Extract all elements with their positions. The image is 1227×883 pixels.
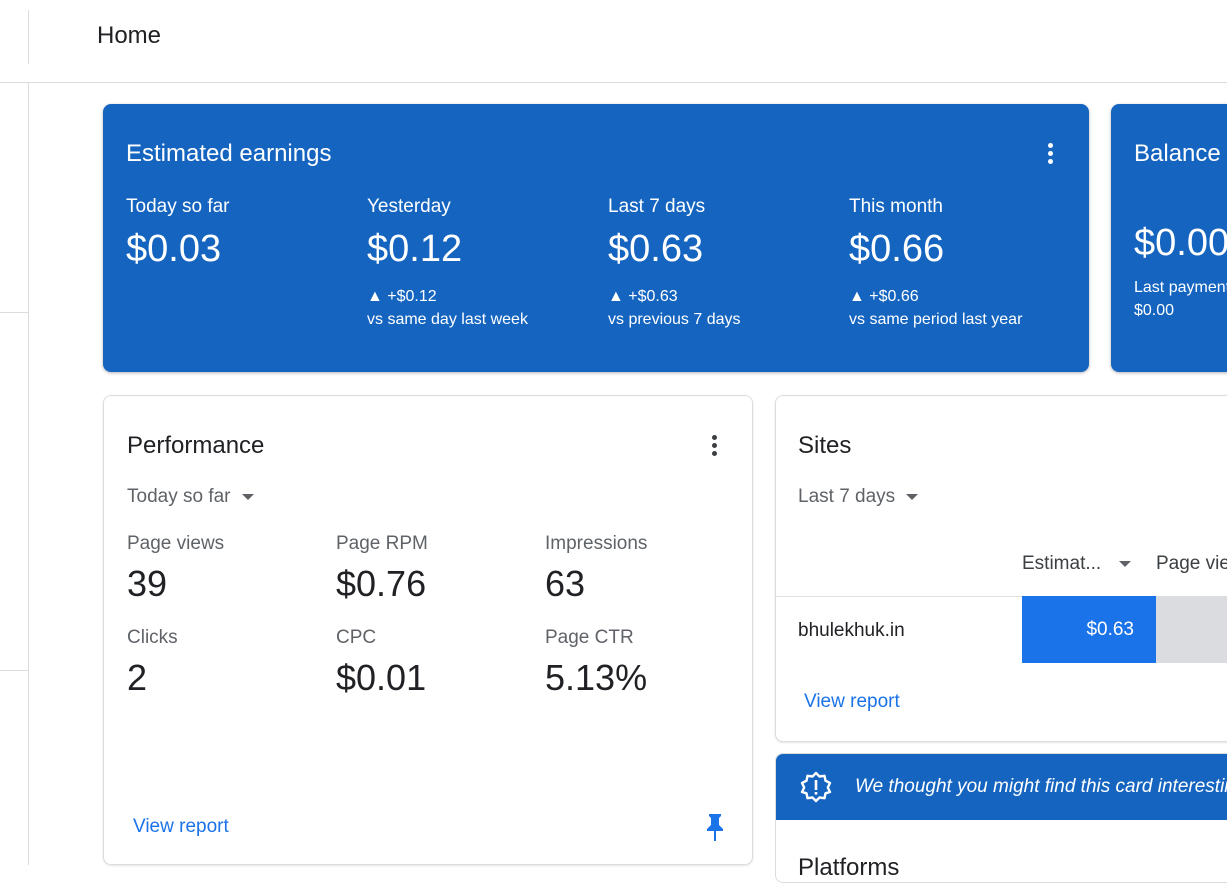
sidebar-divider [0,312,28,313]
stat-label: Impressions [545,533,648,554]
balance-value: $0.00 [1134,222,1227,264]
stat-label: Page RPM [336,533,428,554]
insight-card-title: Platforms [798,854,900,881]
metric-today: Today so far $0.03 [126,196,230,271]
site-earnings-bar: $0.63 [1022,596,1156,663]
stat-impressions: Impressions 63 [545,533,647,605]
alert-badge-icon [800,771,832,808]
site-earnings-value: $0.63 [1086,618,1134,640]
metric-delta: ▲ +$0.66 [849,288,919,305]
chevron-down-icon [241,494,254,500]
metric-value: $0.66 [849,228,945,270]
sites-card: Sites Last 7 days Estimat... Page views … [775,395,1227,742]
top-bar: Home [0,0,1227,83]
stat-value: 39 [127,563,168,604]
performance-view-report-link[interactable]: View report [133,816,229,838]
performance-period-label: Today so far [127,486,231,507]
stat-label: Clicks [127,627,178,648]
metric-label: Last 7 days [608,196,706,217]
chevron-down-icon [906,494,919,500]
stat-label: Page CTR [545,627,634,648]
stat-value: 63 [545,563,586,604]
balance-card-title: Balance [1134,140,1221,167]
last-payment-label: Last payment [1134,279,1227,296]
column-header-label: Page views [1156,553,1227,574]
metric-value: $0.03 [126,228,222,270]
column-header-page-views[interactable]: Page views [1156,553,1227,575]
sites-period-label: Last 7 days [798,486,896,507]
metric-value: $0.12 [367,228,463,270]
earnings-more-menu-icon[interactable] [1038,139,1062,167]
column-header-label: Estimat... [1022,553,1102,574]
sites-card-title: Sites [798,432,852,459]
estimated-earnings-card: Estimated earnings Today so far $0.03 Ye… [103,104,1089,372]
stat-label: Page views [127,533,225,554]
stat-page-ctr: Page CTR 5.13% [545,627,647,699]
sort-down-icon [1119,561,1132,567]
earnings-card-title: Estimated earnings [126,140,332,167]
performance-period-dropdown[interactable]: Today so far [127,486,254,508]
stat-page-rpm: Page RPM $0.76 [336,533,428,605]
metric-comparison: vs previous 7 days [608,311,741,328]
performance-more-menu-icon[interactable] [702,431,726,459]
metric-label: This month [849,196,943,217]
last-payment-value: $0.00 [1134,302,1175,319]
metric-delta: ▲ +$0.63 [608,288,678,305]
stat-clicks: Clicks 2 [127,627,178,699]
site-name: bhulekhuk.in [798,620,905,641]
metric-this-month: This month $0.66 ▲ +$0.66 vs same period… [849,196,1022,331]
balance-card: Balance $0.00 Last payment $0.00 [1111,104,1227,372]
metric-label: Today so far [126,196,230,217]
metric-yesterday: Yesterday $0.12 ▲ +$0.12 vs same day las… [367,196,528,331]
page-title: Home [97,22,162,49]
column-header-estimated-earnings[interactable]: Estimat... [1022,553,1132,575]
stat-cpc: CPC $0.01 [336,627,426,699]
stat-value: 2 [127,657,148,698]
insight-banner: We thought you might find this card inte… [776,754,1227,820]
insight-banner-text: We thought you might find this card inte… [855,776,1227,797]
performance-card-title: Performance [127,432,265,459]
pin-icon[interactable] [704,812,726,847]
metric-label: Yesterday [367,196,451,217]
stat-value: 5.13% [545,657,648,698]
stat-value: $0.76 [336,563,427,604]
metric-delta: ▲ +$0.12 [367,288,437,305]
stat-page-views: Page views 39 [127,533,224,605]
stat-value: $0.01 [336,657,427,698]
sidebar-edge [28,82,29,865]
metric-comparison: vs same day last week [367,311,528,328]
metric-last-7-days: Last 7 days $0.63 ▲ +$0.63 vs previous 7… [608,196,741,331]
sidebar-divider [0,670,28,671]
sites-view-report-link[interactable]: View report [804,691,900,713]
performance-card: Performance Today so far Page views 39 P… [103,395,753,865]
metric-value: $0.63 [608,228,704,270]
stat-label: CPC [336,627,377,648]
metric-comparison: vs same period last year [849,311,1023,328]
top-bar-divider [28,10,29,64]
site-page-views-bar [1156,596,1227,663]
sites-period-dropdown[interactable]: Last 7 days [798,486,919,508]
insight-card: We thought you might find this card inte… [775,753,1227,883]
